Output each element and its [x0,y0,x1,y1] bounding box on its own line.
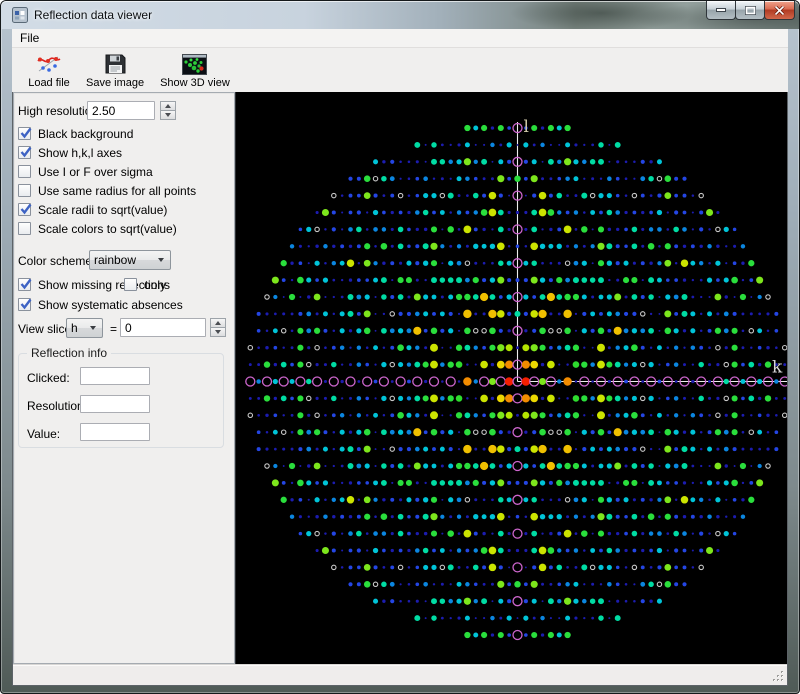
color-scheme-select[interactable]: rainbow [89,250,171,270]
checkbox-box[interactable] [18,165,31,178]
save-image-icon [104,53,126,75]
reflection-scatter[interactable]: lk [236,92,787,662]
chevron-down-icon [158,258,164,262]
svg-text:l: l [524,117,529,137]
checkbox-label: Show h,k,l axes [38,146,122,160]
maximize-icon [745,6,756,15]
toolbar-button-label: Show 3D view [160,77,230,89]
checkbox-label: Use same radius for all points [38,184,196,198]
toolbar-button-label: Load file [28,77,70,89]
value-label: Value: [27,427,60,441]
checkbox-box[interactable] [18,278,31,291]
checkbox-label: Black background [38,127,133,141]
minimize-icon [716,7,726,13]
spin-down-icon[interactable] [210,327,226,337]
titlebar: Reflection data viewer [1,1,799,29]
checkbox-black-background[interactable]: Black background [18,126,133,141]
chevron-down-icon [90,326,96,330]
minimize-button[interactable] [706,1,736,20]
load-file-icon [36,53,62,75]
svg-text:k: k [772,358,783,378]
window-title: Reflection data viewer [34,8,152,22]
checkbox-box[interactable] [18,127,31,140]
resize-grip-icon[interactable] [772,670,785,683]
checkbox-box[interactable] [18,203,31,216]
view-slice-equals: = [110,322,117,336]
checkbox-label: Scale radii to sqrt(value) [38,203,167,217]
show-3d-view-button[interactable]: Show 3D view [152,50,238,91]
checkbox-label: Show systematic absences [38,298,183,312]
checkbox-show-absences[interactable]: Show systematic absences [18,297,183,312]
clicked-field[interactable] [80,367,150,385]
view-slice-input[interactable] [120,318,206,337]
content-row: High resolution: Black background Show h… [13,92,787,664]
reflection-info-group: Reflection info Clicked: Resolution: Val… [18,353,224,448]
app-icon [12,7,28,23]
reflection-data-viewer-window: Reflection data viewer File [0,0,800,694]
client-area: High resolution: Black background Show h… [12,92,788,686]
show-3d-view-icon [182,54,207,75]
checkbox-box[interactable] [18,184,31,197]
checkbox-show-hkl-axes[interactable]: Show h,k,l axes [18,145,122,160]
menu-file[interactable]: File [12,29,47,47]
checkbox-same-radius[interactable]: Use same radius for all points [18,183,196,198]
checkbox-box[interactable] [124,278,137,291]
reflection-info-title: Reflection info [27,346,111,360]
checkbox-box[interactable] [18,146,31,159]
checkbox-label: Use I or F over sigma [38,165,153,179]
checkbox-label: Scale colors to sqrt(value) [38,222,177,236]
checkbox-scale-colors[interactable]: Scale colors to sqrt(value) [18,221,177,236]
close-button[interactable] [764,1,795,20]
high-resolution-input[interactable] [87,101,155,120]
checkbox-box[interactable] [18,222,31,235]
spin-down-icon[interactable] [160,110,176,120]
toolbar: Load file Save image [12,48,788,92]
view-slice-axis-value: h [71,321,90,335]
toolbar-button-label: Save image [86,77,144,89]
load-file-button[interactable]: Load file [20,50,78,91]
resolution-field[interactable] [80,395,150,413]
checkbox-i-or-f-over-sigma[interactable]: Use I or F over sigma [18,164,153,179]
close-icon [774,6,785,15]
color-scheme-value: rainbow [94,253,158,267]
settings-panel: High resolution: Black background Show h… [13,92,235,664]
plot-area[interactable]: lk [235,92,787,664]
view-slice-axis-select[interactable]: h [66,318,103,338]
status-bar [13,664,787,685]
clicked-label: Clicked: [27,371,70,385]
value-field[interactable] [80,423,150,441]
resolution-label: Resolution: [27,399,87,413]
checkbox-label: only [144,278,166,292]
color-scheme-label: Color scheme: [18,254,95,268]
maximize-button[interactable] [735,1,765,20]
high-resolution-spinner[interactable] [160,101,176,120]
checkbox-only[interactable]: only [124,277,166,292]
view-slice-spinner[interactable] [210,318,226,337]
menubar: File [12,29,788,48]
checkbox-scale-radii[interactable]: Scale radii to sqrt(value) [18,202,167,217]
checkbox-box[interactable] [18,298,31,311]
save-image-button[interactable]: Save image [78,50,152,91]
